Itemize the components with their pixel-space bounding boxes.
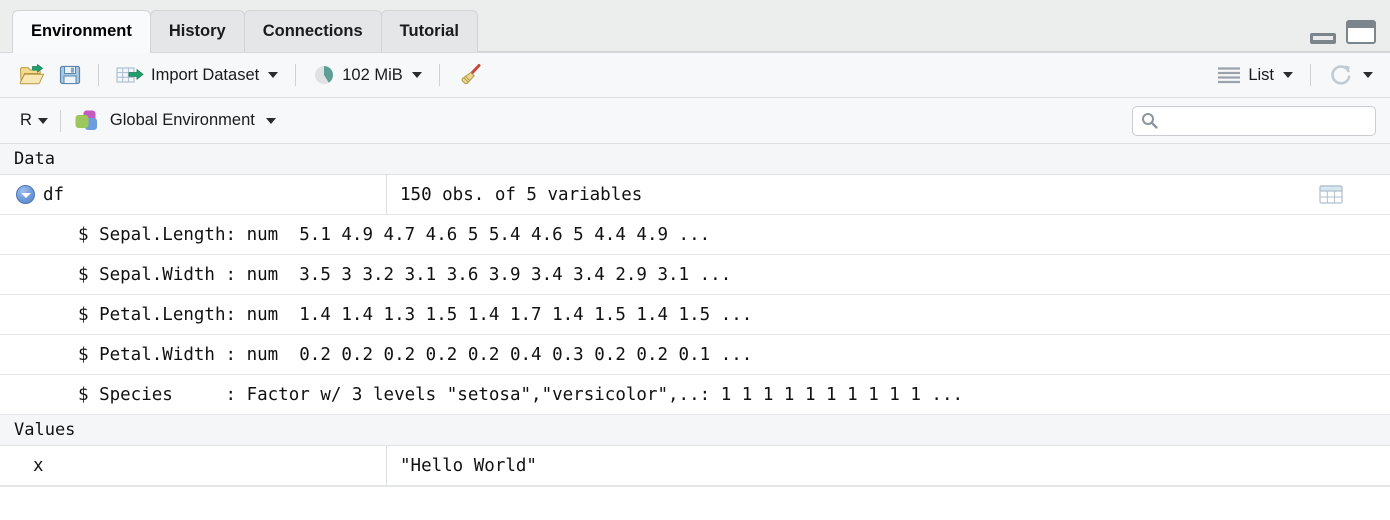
envbar-separator: [59, 109, 61, 132]
pie-chart-icon: [313, 64, 335, 86]
tab-tutorial-label: Tutorial: [399, 22, 459, 40]
view-mode-button[interactable]: List: [1212, 63, 1298, 88]
tab-history-label: History: [168, 22, 226, 40]
environment-scope-label: Global Environment: [109, 111, 255, 129]
chevron-down-icon: [1363, 72, 1373, 78]
object-value: "Hello World": [400, 455, 537, 476]
section-header-data: Data: [0, 144, 1390, 175]
minimize-icon[interactable]: [1310, 33, 1336, 44]
object-value: 150 obs. of 5 variables: [400, 184, 643, 205]
section-header-values: Values: [0, 415, 1390, 446]
object-value-cell: "Hello World": [387, 446, 1390, 485]
view-data-icon[interactable]: [1319, 184, 1343, 206]
language-label: R: [20, 111, 32, 129]
tab-environment[interactable]: Environment: [12, 10, 151, 53]
list-view-icon: [1217, 66, 1241, 84]
expand-collapse-icon[interactable]: [16, 185, 35, 204]
global-environment-icon: [73, 109, 101, 133]
memory-usage-button[interactable]: 102 MiB: [308, 61, 427, 89]
import-dataset-button[interactable]: Import Dataset: [111, 61, 283, 89]
table-row[interactable]: $ Sepal.Width : num 3.5 3 3.2 3.1 3.6 3.…: [0, 255, 1390, 295]
grid-empty-area: [0, 486, 1390, 487]
object-name-cell: df: [0, 175, 387, 214]
search-input[interactable]: [1164, 112, 1367, 129]
object-detail-text: $ Petal.Width : num 0.2 0.2 0.2 0.2 0.2 …: [78, 344, 753, 365]
toolbar-right-group: List: [1212, 59, 1378, 91]
object-name: x: [33, 455, 44, 476]
table-import-icon: [116, 64, 144, 86]
chevron-down-icon: [268, 72, 279, 78]
object-detail-text: $ Species : Factor w/ 3 levels "setosa",…: [78, 384, 964, 405]
tab-connections[interactable]: Connections: [243, 10, 382, 52]
section-header-data-label: Data: [14, 149, 55, 169]
table-row[interactable]: $ Petal.Length: num 1.4 1.4 1.3 1.5 1.4 …: [0, 295, 1390, 335]
view-mode-label: List: [1248, 65, 1274, 84]
chevron-down-icon: [37, 117, 48, 124]
search-box[interactable]: [1132, 105, 1376, 136]
environment-object-grid: Data df 150 obs. of 5 variables $ Sepal.…: [0, 144, 1390, 520]
toolbar-left-group: Import Dataset 102 MiB: [14, 60, 488, 90]
toolbar-separator-1: [98, 64, 99, 86]
refresh-icon: [1328, 62, 1354, 88]
import-dataset-label: Import Dataset: [151, 65, 260, 84]
environment-scope-selector[interactable]: Global Environment: [69, 106, 280, 136]
chevron-down-icon: [20, 192, 31, 198]
environment-pane: Environment History Connections Tutorial: [0, 0, 1390, 520]
object-name: df: [43, 184, 65, 205]
table-row[interactable]: df 150 obs. of 5 variables: [0, 175, 1390, 215]
tab-environment-label: Environment: [31, 22, 132, 40]
chevron-down-icon: [265, 117, 276, 124]
clear-workspace-button[interactable]: [452, 60, 488, 90]
toolbar-separator-2: [295, 64, 297, 86]
tab-tutorial[interactable]: Tutorial: [380, 10, 478, 52]
floppy-save-icon: [59, 64, 81, 86]
load-workspace-button[interactable]: [14, 61, 50, 89]
table-row[interactable]: x "Hello World": [0, 446, 1390, 486]
tab-bar: Environment History Connections Tutorial: [0, 0, 1390, 53]
memory-usage-label: 102 MiB: [342, 65, 403, 84]
window-controls: [1310, 20, 1376, 44]
table-row[interactable]: $ Species : Factor w/ 3 levels "setosa",…: [0, 375, 1390, 415]
table-row[interactable]: $ Petal.Width : num 0.2 0.2 0.2 0.2 0.2 …: [0, 335, 1390, 375]
table-row[interactable]: $ Sepal.Length: num 5.1 4.9 4.7 4.6 5 5.…: [0, 215, 1390, 255]
tab-history[interactable]: History: [149, 10, 245, 52]
maximize-icon[interactable]: [1346, 20, 1376, 44]
language-selector[interactable]: R: [16, 108, 52, 133]
toolbar: Import Dataset 102 MiB List: [0, 53, 1390, 98]
toolbar-separator-4: [1310, 64, 1311, 86]
tab-bar-filler: [476, 10, 1390, 52]
object-detail-text: $ Sepal.Length: num 5.1 4.9 4.7 4.6 5 5.…: [78, 224, 711, 245]
broom-icon: [457, 63, 483, 87]
chevron-down-icon: [411, 72, 422, 78]
object-value-cell: 150 obs. of 5 variables: [387, 175, 1390, 214]
toolbar-separator-3: [438, 64, 440, 86]
refresh-button[interactable]: [1323, 59, 1378, 91]
object-detail-text: $ Sepal.Width : num 3.5 3 3.2 3.1 3.6 3.…: [78, 264, 732, 285]
search-icon: [1141, 112, 1158, 129]
environment-selector-bar: R Global Environment: [0, 98, 1390, 144]
tab-connections-label: Connections: [262, 22, 363, 40]
object-name-cell: x: [0, 446, 387, 485]
save-workspace-button[interactable]: [54, 61, 86, 89]
object-detail-text: $ Petal.Length: num 1.4 1.4 1.3 1.5 1.4 …: [78, 304, 753, 325]
section-header-values-label: Values: [14, 420, 76, 440]
chevron-down-icon: [1283, 72, 1293, 78]
open-folder-icon: [19, 64, 45, 86]
